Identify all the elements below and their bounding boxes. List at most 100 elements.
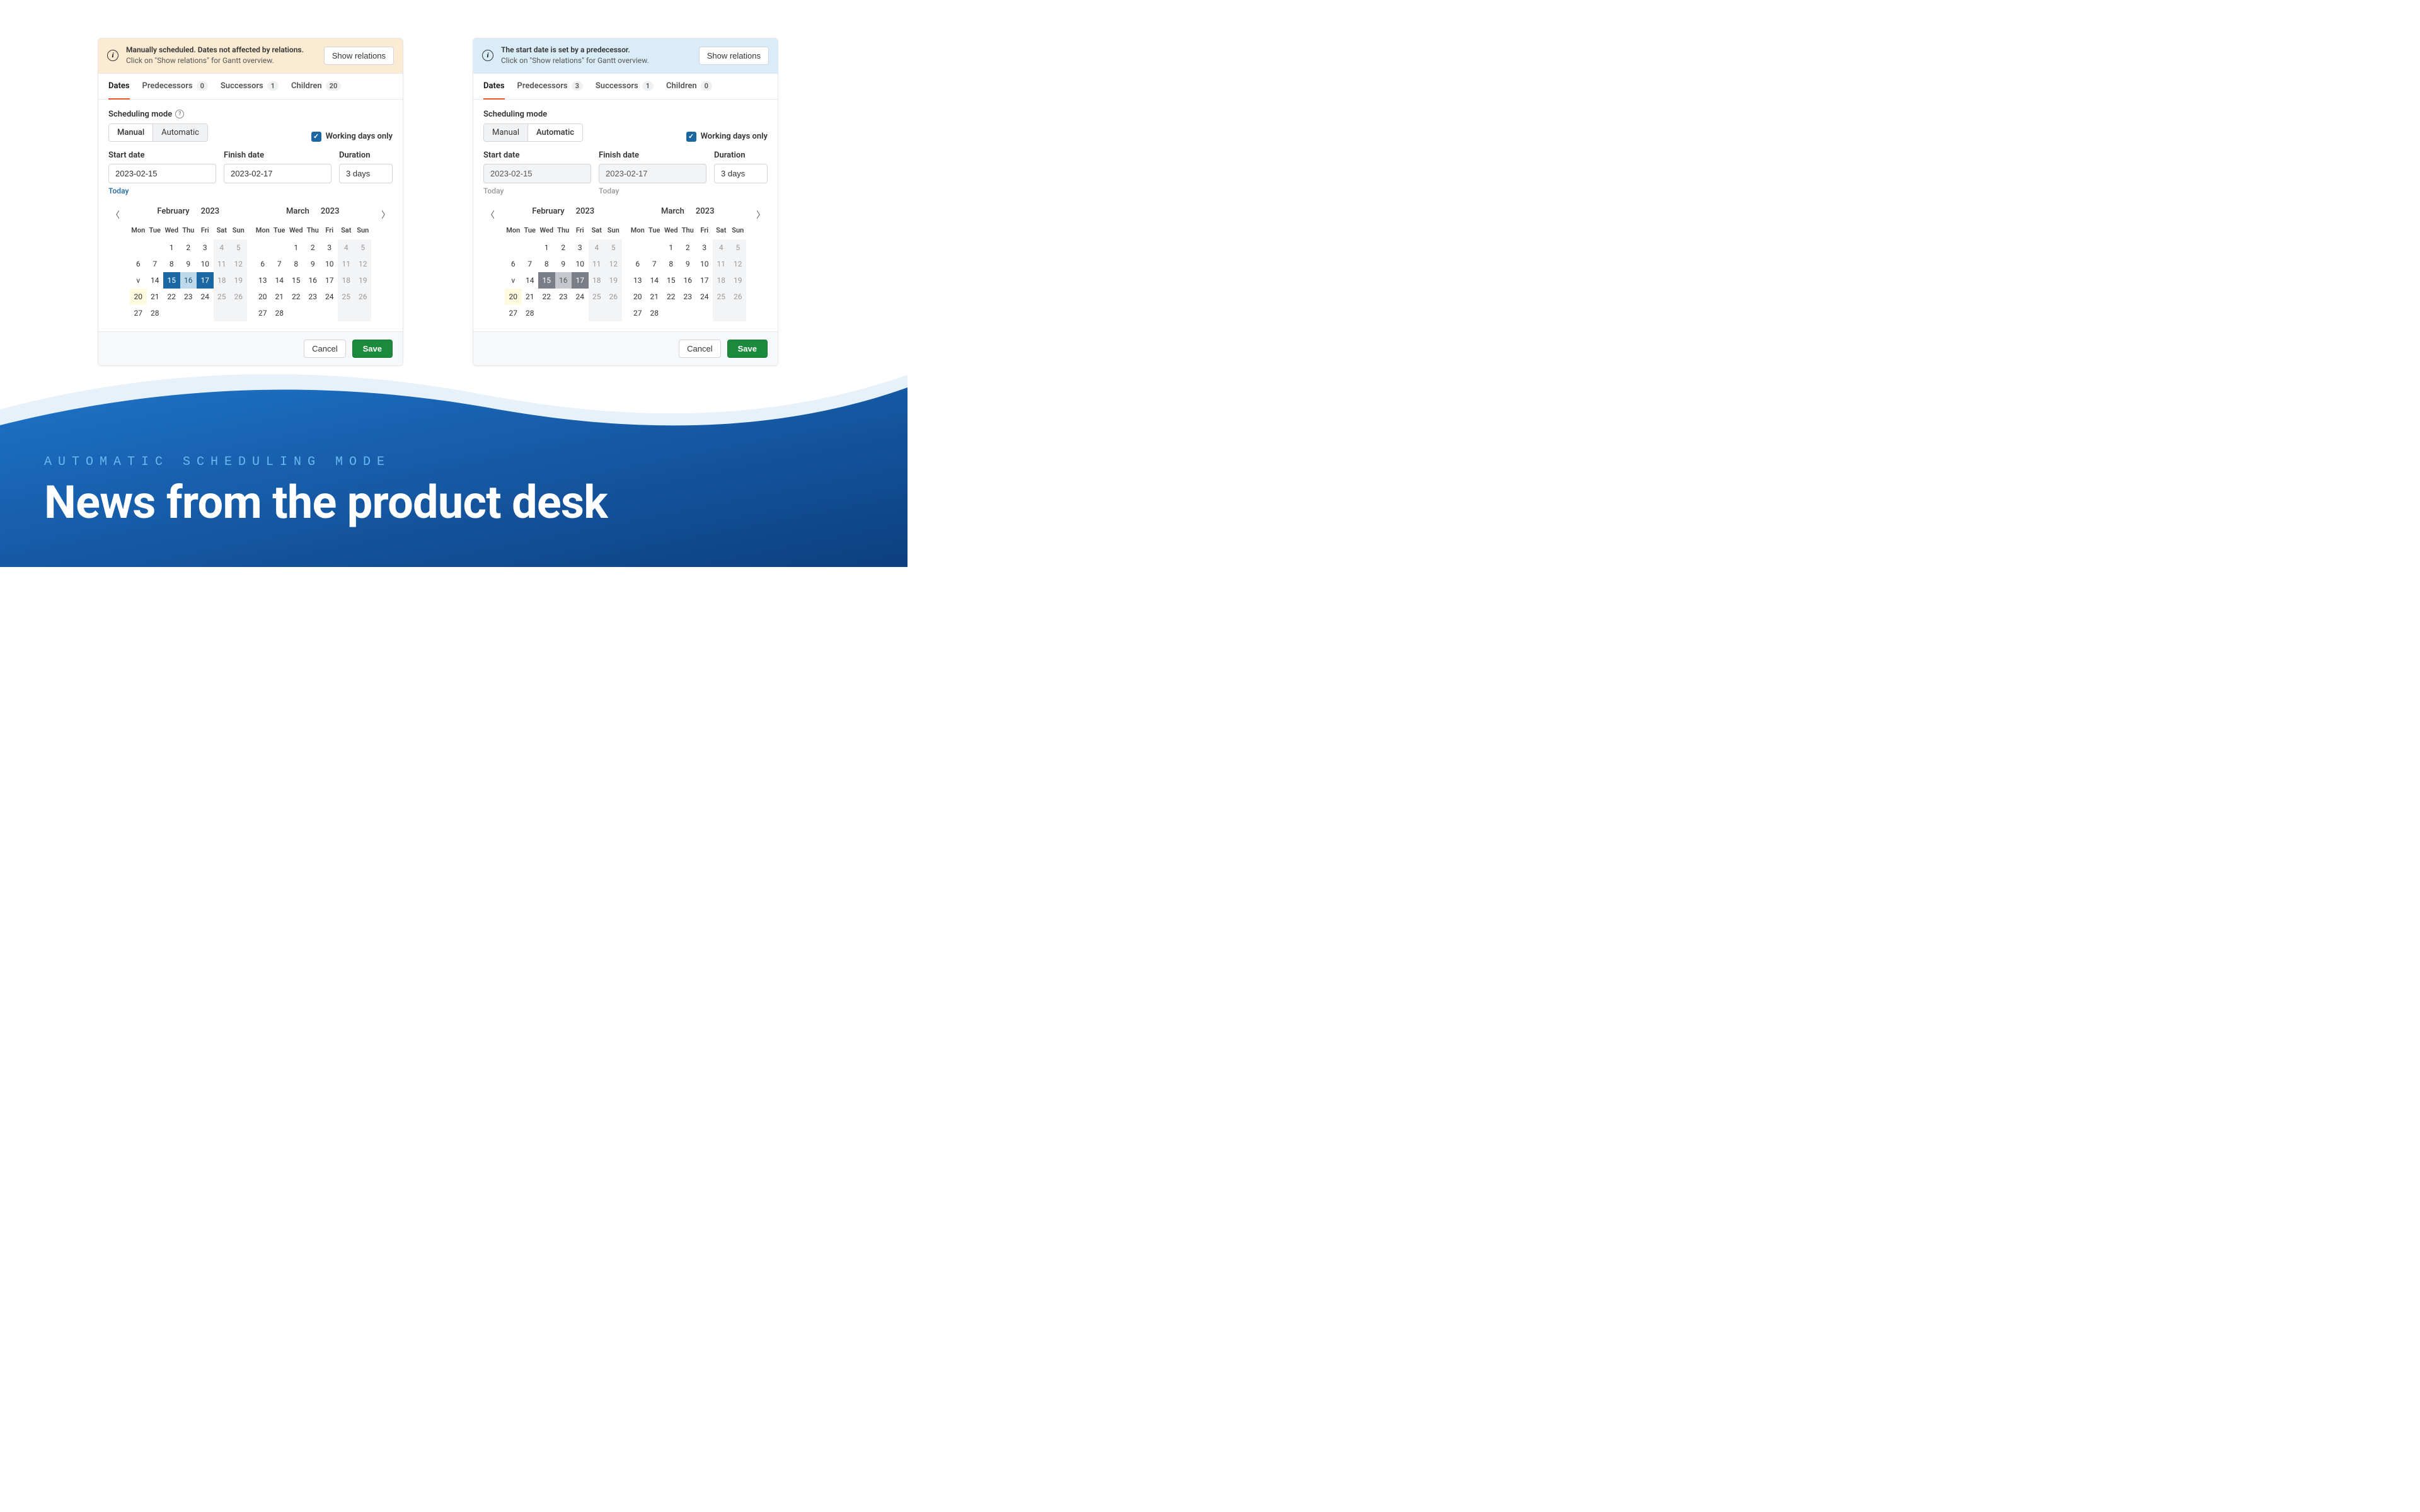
help-icon[interactable]: ? (175, 110, 184, 118)
calendar-day[interactable]: 28 (147, 305, 164, 321)
calendar-day[interactable]: 23 (304, 289, 321, 305)
calendar-day[interactable]: 18 (214, 272, 231, 289)
calendar-day[interactable]: 18 (589, 272, 606, 289)
calendar-day[interactable]: 3 (572, 239, 589, 256)
calendar-day[interactable]: 24 (321, 289, 338, 305)
calendar-day[interactable]: 25 (338, 289, 355, 305)
duration-input[interactable] (339, 164, 393, 183)
calendar-day[interactable]: 4 (214, 239, 231, 256)
calendar-day[interactable]: 24 (572, 289, 589, 305)
calendar-day[interactable]: 12 (355, 256, 372, 272)
start-date-input[interactable] (108, 164, 216, 183)
show-relations-button[interactable]: Show relations (699, 47, 769, 65)
calendar-day[interactable]: 5 (230, 239, 247, 256)
calendar-day[interactable]: 19 (230, 272, 247, 289)
calendar-day[interactable] (338, 305, 355, 321)
calendar-day[interactable]: 21 (646, 289, 663, 305)
calendar-day[interactable]: 6 (255, 256, 272, 272)
calendar-day[interactable]: 26 (355, 289, 372, 305)
calendar-day[interactable]: 27 (505, 305, 522, 321)
calendar-day[interactable]: 7 (646, 256, 663, 272)
calendar-day[interactable]: 25 (713, 289, 730, 305)
calendar-day[interactable]: 14 (522, 272, 539, 289)
tab-successors[interactable]: Successors 1 (596, 74, 654, 100)
calendar-day[interactable]: 5 (730, 239, 747, 256)
calendar-day[interactable]: 26 (605, 289, 622, 305)
tab-dates[interactable]: Dates (108, 74, 130, 100)
calendar-day[interactable]: 28 (646, 305, 663, 321)
calendar-day[interactable]: 16 (679, 272, 696, 289)
calendar-day[interactable] (255, 239, 272, 256)
calendar-day[interactable]: 10 (321, 256, 338, 272)
calendar-day[interactable] (605, 305, 622, 321)
calendar-day[interactable]: 21 (522, 289, 539, 305)
mode-automatic-button[interactable]: Automatic (528, 124, 582, 141)
calendar-day[interactable]: 8 (663, 256, 680, 272)
calendar-day[interactable] (646, 239, 663, 256)
calendar-day[interactable] (713, 305, 730, 321)
calendar-day[interactable]: 28 (522, 305, 539, 321)
calendar-day[interactable]: 3 (197, 239, 214, 256)
calendar-day[interactable]: 11 (713, 256, 730, 272)
working-days-checkbox[interactable]: ✓ Working days only (311, 132, 393, 142)
calendar-day[interactable]: 8 (538, 256, 555, 272)
mode-manual-button[interactable]: Manual (109, 124, 153, 141)
tab-predecessors[interactable]: Predecessors 0 (142, 74, 208, 100)
calendar-day[interactable]: 22 (288, 289, 305, 305)
calendar-day[interactable]: 22 (538, 289, 555, 305)
calendar-day[interactable]: 23 (679, 289, 696, 305)
calendar-day[interactable]: 10 (197, 256, 214, 272)
calendar-day[interactable]: 10 (696, 256, 713, 272)
calendar-day[interactable]: 7 (147, 256, 164, 272)
calendar-day[interactable]: 20 (505, 289, 522, 305)
calendar-day[interactable]: 17 (321, 272, 338, 289)
calendar-day[interactable]: 9 (180, 256, 197, 272)
calendar-day[interactable]: 16 (555, 272, 572, 289)
calendar-day[interactable]: 25 (589, 289, 606, 305)
calendar-day[interactable]: 17 (696, 272, 713, 289)
calendar-day[interactable]: 5 (355, 239, 372, 256)
next-month-button[interactable]: 〉 (754, 207, 768, 222)
calendar-day[interactable]: 14 (271, 272, 288, 289)
calendar-day[interactable]: 22 (163, 289, 180, 305)
calendar-day[interactable]: 4 (589, 239, 606, 256)
calendar-day[interactable] (572, 305, 589, 321)
calendar-day[interactable]: 18 (713, 272, 730, 289)
calendar-day[interactable]: 4 (713, 239, 730, 256)
calendar-day[interactable]: 25 (214, 289, 231, 305)
calendar-day[interactable]: 6 (505, 256, 522, 272)
calendar-day[interactable]: 14 (147, 272, 164, 289)
calendar-day[interactable] (355, 305, 372, 321)
calendar-day[interactable]: 10 (572, 256, 589, 272)
save-button[interactable]: Save (352, 340, 393, 358)
calendar-day[interactable]: 6 (630, 256, 647, 272)
calendar-day[interactable]: 27 (630, 305, 647, 321)
calendar-day[interactable] (230, 305, 247, 321)
calendar-day[interactable]: 6 (130, 256, 147, 272)
calendar-day[interactable]: 19 (355, 272, 372, 289)
working-days-checkbox[interactable]: ✓ Working days only (686, 132, 768, 142)
calendar-day[interactable] (147, 239, 164, 256)
prev-month-button[interactable]: 〈 (108, 207, 122, 222)
calendar-day[interactable]: 17 (197, 272, 214, 289)
calendar-day[interactable]: 1 (288, 239, 305, 256)
calendar-day[interactable]: 7 (271, 256, 288, 272)
calendar-day[interactable]: 5 (605, 239, 622, 256)
calendar-day[interactable]: 2 (180, 239, 197, 256)
save-button[interactable]: Save (727, 340, 768, 358)
calendar-day[interactable]: 24 (696, 289, 713, 305)
finish-date-input[interactable] (224, 164, 331, 183)
calendar-day[interactable] (505, 239, 522, 256)
calendar-day[interactable]: 16 (304, 272, 321, 289)
calendar-day[interactable]: 21 (271, 289, 288, 305)
calendar-day[interactable]: 15 (163, 272, 180, 289)
calendar-day[interactable] (163, 305, 180, 321)
show-relations-button[interactable]: Show relations (324, 47, 394, 65)
calendar-day[interactable]: 28 (271, 305, 288, 321)
calendar-day[interactable]: 2 (555, 239, 572, 256)
calendar-day[interactable] (321, 305, 338, 321)
calendar-day[interactable] (304, 305, 321, 321)
calendar-day[interactable]: 19 (730, 272, 747, 289)
calendar-day[interactable]: 13 (255, 272, 272, 289)
calendar-day[interactable] (288, 305, 305, 321)
